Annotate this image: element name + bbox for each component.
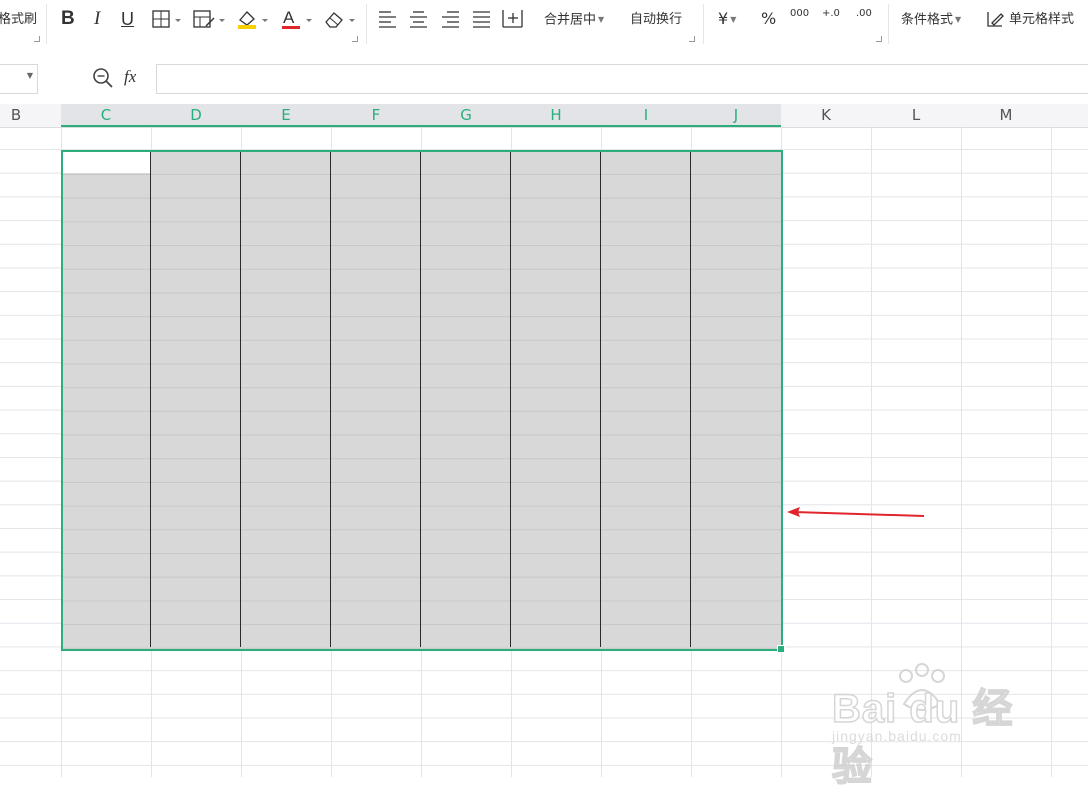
column-header-b[interactable]: B [0,104,61,127]
cell-style-icon [985,9,1005,33]
column-header-h[interactable]: H [511,104,601,127]
underline-button[interactable]: U [121,8,134,30]
cell-border-line [600,152,601,647]
percent-button[interactable]: % [761,8,776,30]
column-header-d[interactable]: D [151,104,241,127]
conditional-format-button[interactable]: 条件格式 ▼ [901,9,961,31]
divider [46,4,47,44]
borders-icon[interactable] [152,9,182,33]
chevron-down-icon: ▼ [26,71,33,80]
cell-border-line [240,152,241,647]
chevron-down-icon: ▼ [955,15,962,24]
baidu-watermark: Bai du 经验 jingyan.baidu.com [831,663,1032,790]
alignment-group-launcher[interactable] [689,36,695,42]
red-arrow-annotation [787,507,925,517]
divider [703,4,704,44]
divider [366,4,367,44]
column-header-l[interactable]: L [871,104,961,127]
column-header-i[interactable]: I [601,104,691,127]
svg-text:A: A [283,8,295,27]
wrap-text-button[interactable]: 自动换行 [630,9,682,31]
column-header-f[interactable]: F [331,104,421,127]
watermark-url: jingyan.baidu.com [832,728,962,744]
align-left-icon[interactable] [378,10,398,32]
fill-handle[interactable] [777,645,785,653]
formula-input[interactable] [156,64,1088,94]
insert-function-button[interactable]: fx [124,67,136,87]
column-header-e[interactable]: E [241,104,331,127]
chevron-down-icon: ▼ [598,15,605,24]
italic-button[interactable]: I [94,8,100,30]
active-cell[interactable] [63,152,150,173]
thousands-separator-button[interactable]: 000 [790,8,809,30]
column-header-j[interactable]: J [691,104,781,127]
currency-button[interactable]: ¥ ▼ [718,8,736,30]
column-header-k[interactable]: K [781,104,871,127]
cell-border-line [420,152,421,647]
increase-decimal-button[interactable]: +.0 [822,8,840,30]
format-painter-button[interactable]: 格式刷 [0,9,37,31]
font-group-launcher[interactable] [352,36,358,42]
toolbar-ribbon: 格式刷 B I U A 合并居中 ▼ 自动换行 ¥ ▼ % 000 +.0 .00 [0,0,1088,49]
number-group-launcher[interactable] [876,36,882,42]
align-right-icon[interactable] [441,10,461,32]
fill-color-icon[interactable] [236,8,272,34]
font-color-icon[interactable]: A [281,7,317,35]
cell-type-icon[interactable] [193,9,229,33]
cell-border-line [510,152,511,647]
bold-button[interactable]: B [61,8,75,30]
selected-range[interactable] [61,150,783,651]
cell-border-line [150,152,151,647]
merge-center-button[interactable]: 合并居中 ▼ [544,9,604,31]
cell-border-line [690,152,691,647]
divider [888,4,889,44]
justify-icon[interactable] [472,10,492,32]
formula-bar: ▼ fx [0,48,1088,104]
clipboard-group-launcher[interactable] [34,36,40,42]
column-header-g[interactable]: G [421,104,511,127]
decrease-decimal-button[interactable]: .00 [856,8,872,30]
column-header-m[interactable]: M [961,104,1051,127]
clear-format-icon[interactable] [323,8,359,34]
chevron-down-icon: ▼ [730,14,737,24]
distributed-align-icon[interactable] [502,8,524,32]
align-center-icon[interactable] [409,10,429,32]
column-header-row: B C D E F G H I J K L M [0,104,1088,128]
column-header-c[interactable]: C [61,104,151,127]
cell-style-button[interactable]: 单元格样式 [1009,9,1074,31]
name-box[interactable]: ▼ [0,64,38,94]
cell-border-line [330,152,331,647]
zoom-icon[interactable] [92,67,114,93]
